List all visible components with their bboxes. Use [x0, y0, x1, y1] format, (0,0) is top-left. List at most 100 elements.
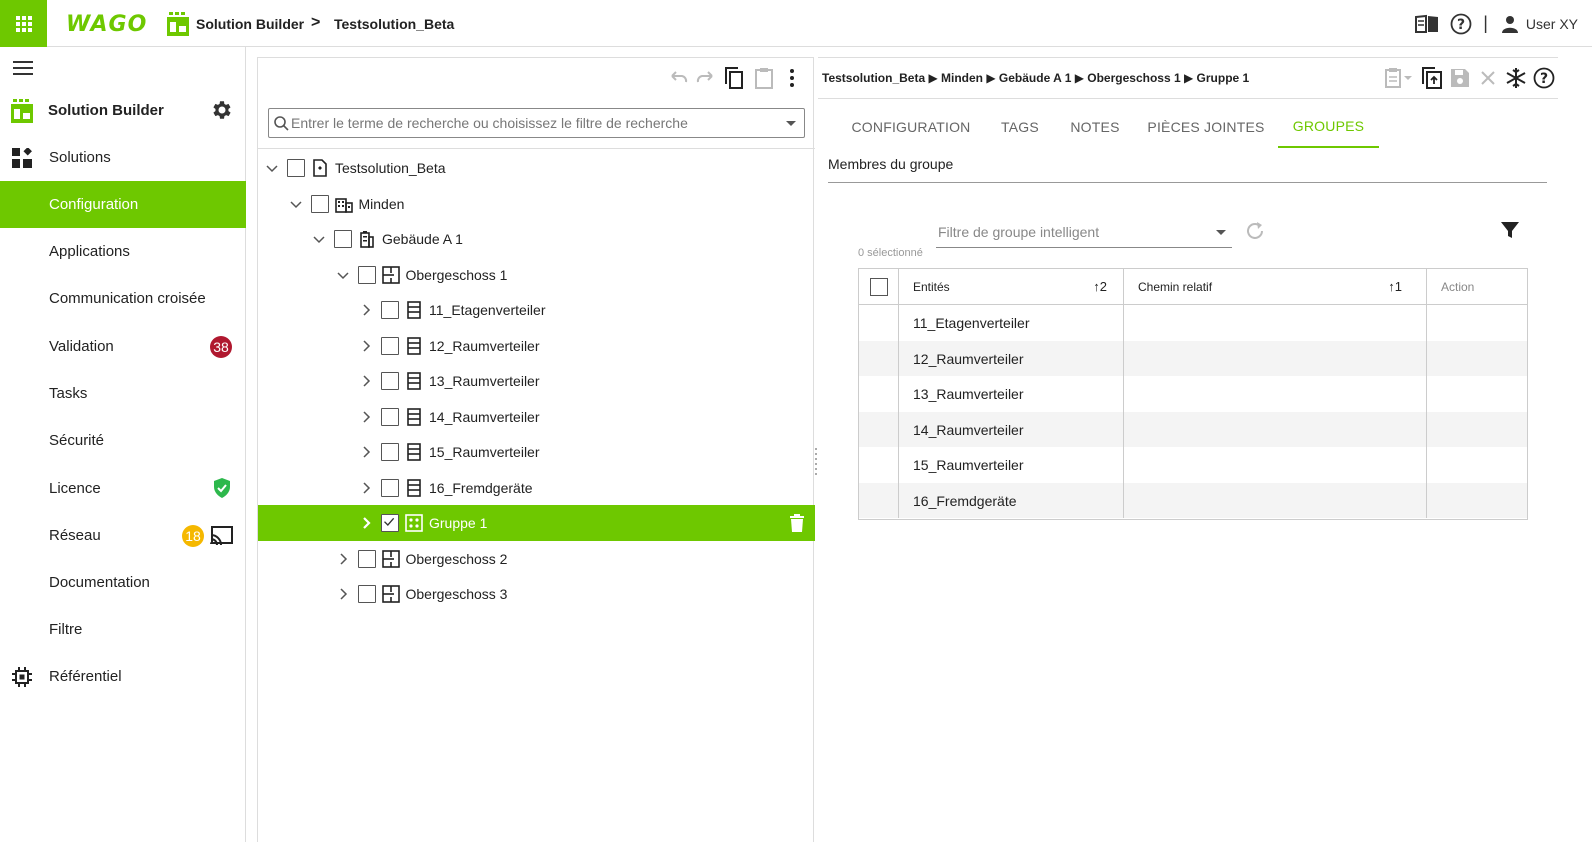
paste-icon[interactable]	[752, 66, 776, 90]
wago-logo[interactable]: WAGO	[66, 12, 147, 37]
help-icon[interactable]: ?	[1532, 66, 1556, 90]
tab-notes[interactable]: NOTES	[1058, 106, 1132, 148]
user-icon[interactable]	[1498, 12, 1522, 36]
nav-item-tasks[interactable]: Tasks	[0, 370, 246, 417]
tree-node[interactable]: 12_Raumverteiler	[258, 328, 815, 364]
chevron-right-icon[interactable]	[358, 515, 374, 531]
chevron-right-icon[interactable]	[358, 480, 374, 496]
chevron-right-icon[interactable]	[358, 409, 374, 425]
tree-node[interactable]: 11_Etagenverteiler	[258, 292, 815, 328]
caret-down-icon[interactable]	[786, 121, 796, 126]
redo-icon[interactable]	[694, 66, 718, 90]
nav-item-network[interactable]: Réseau 18	[0, 512, 246, 559]
header-entities[interactable]: Entités ↑2	[899, 269, 1124, 304]
table-row[interactable]: 13_Raumverteiler	[859, 376, 1527, 412]
chevron-right-icon[interactable]	[358, 302, 374, 318]
smart-filter-input[interactable]	[938, 222, 1208, 242]
tree-node[interactable]: Testsolution_Beta	[258, 150, 815, 186]
table-row[interactable]: 16_Fremdgeräte	[859, 482, 1527, 518]
tree-node-checkbox[interactable]	[334, 230, 352, 248]
nav-item-applications[interactable]: Applications	[0, 228, 246, 275]
tree-node-checkbox[interactable]	[357, 265, 376, 284]
filter-icon[interactable]	[1500, 220, 1520, 240]
tree-node[interactable]: Gruppe 1	[258, 505, 815, 541]
chevron-right-icon[interactable]	[358, 373, 374, 389]
chevron-right-icon[interactable]	[358, 338, 374, 354]
nav-item-solutions[interactable]: Solutions	[0, 134, 246, 181]
tab-attachments[interactable]: PIÈCES JOINTES	[1132, 106, 1280, 148]
chevron-down-icon[interactable]	[264, 160, 280, 176]
chevron-right-icon[interactable]	[358, 444, 374, 460]
cabinet-icon	[405, 443, 423, 461]
save-icon[interactable]	[1448, 66, 1472, 90]
tree-node-checkbox[interactable]	[381, 407, 399, 426]
tree-node-checkbox[interactable]	[381, 301, 399, 319]
refresh-icon[interactable]	[1244, 220, 1266, 242]
tree-node-checkbox[interactable]	[287, 159, 305, 177]
header-relative-path[interactable]: Chemin relatif ↑1	[1124, 269, 1427, 304]
nav-item-validation[interactable]: Validation 38	[0, 323, 246, 370]
tree-node[interactable]: 16_Fremdgeräte	[258, 470, 815, 506]
chevron-down-icon[interactable]	[311, 231, 327, 247]
chevron-right-icon[interactable]	[335, 551, 351, 567]
tree-node[interactable]: Gebäude A 1	[258, 221, 815, 257]
breadcrumb-solution[interactable]: Testsolution_Beta	[334, 16, 454, 32]
trash-icon[interactable]	[788, 514, 806, 532]
smart-group-filter[interactable]	[936, 218, 1232, 248]
tree-node-checkbox[interactable]	[381, 443, 399, 461]
manual-book-icon[interactable]	[1415, 12, 1439, 36]
table-row[interactable]: 14_Raumverteiler	[859, 411, 1527, 447]
tree-node[interactable]: Minden	[258, 186, 815, 222]
tree-node[interactable]: 15_Raumverteiler	[258, 434, 815, 470]
tree-node-checkbox[interactable]	[357, 585, 376, 603]
entity-name: 14_Raumverteiler	[913, 421, 1024, 438]
tree-node[interactable]: 13_Raumverteiler	[258, 363, 815, 399]
table-row[interactable]: 11_Etagenverteiler	[859, 305, 1527, 341]
copy-icon[interactable]	[722, 66, 746, 90]
user-name[interactable]: User XY	[1526, 16, 1578, 32]
tree-node[interactable]: Obergeschoss 1	[258, 257, 815, 293]
copy-to-icon[interactable]	[1420, 66, 1444, 90]
chevron-right-icon[interactable]	[335, 586, 351, 602]
header-action-label: Action	[1441, 280, 1475, 294]
tree-node-checkbox[interactable]	[381, 372, 399, 390]
menu-icon[interactable]	[13, 61, 33, 77]
nav-item-repository[interactable]: Référentiel	[0, 653, 246, 700]
tab-tags[interactable]: TAGS	[994, 106, 1046, 148]
nav-item-security[interactable]: Sécurité	[0, 417, 246, 464]
tree-node-checkbox[interactable]	[310, 194, 329, 213]
caret-down-icon[interactable]	[1216, 230, 1226, 235]
chevron-down-icon[interactable]	[335, 267, 351, 283]
tree-node-checkbox[interactable]	[357, 549, 376, 568]
app-launcher-button[interactable]	[0, 0, 47, 47]
nav-item-configuration[interactable]: Configuration	[0, 181, 246, 228]
table-row[interactable]: 12_Raumverteiler	[859, 340, 1527, 376]
nav-item-licence[interactable]: Licence	[0, 465, 246, 512]
tab-configuration[interactable]: CONFIGURATION	[828, 106, 994, 148]
cast-icon[interactable]	[210, 526, 234, 546]
clipboard-dropdown-icon[interactable]	[1383, 66, 1417, 90]
nav-item-cross-communication[interactable]: Communication croisée	[0, 275, 246, 322]
tree-node-checkbox[interactable]	[381, 478, 399, 497]
floorplan-icon	[381, 265, 400, 284]
chevron-down-icon[interactable]	[288, 196, 304, 212]
table-row[interactable]: 15_Raumverteiler	[859, 447, 1527, 483]
tree-node-checkbox[interactable]	[381, 514, 399, 532]
gear-icon[interactable]	[210, 98, 234, 122]
undo-icon[interactable]	[666, 66, 690, 90]
tree-node[interactable]: 14_Raumverteiler	[258, 399, 815, 435]
snowflake-icon[interactable]	[1504, 66, 1528, 90]
tree-node[interactable]: Obergeschoss 3	[258, 576, 815, 612]
tab-groups[interactable]: GROUPES	[1278, 106, 1379, 148]
tree-search-input[interactable]	[291, 113, 781, 133]
tree-search-box[interactable]	[268, 108, 805, 138]
select-all-checkbox[interactable]	[870, 278, 888, 296]
close-icon[interactable]	[1476, 66, 1500, 90]
tree-node-checkbox[interactable]	[381, 336, 399, 355]
help-icon[interactable]: ?	[1449, 12, 1473, 36]
breadcrumb-app[interactable]: Solution Builder	[196, 16, 304, 32]
nav-item-filter[interactable]: Filtre	[0, 606, 246, 653]
tree-node[interactable]: Obergeschoss 2	[258, 541, 815, 577]
nav-item-documentation[interactable]: Documentation	[0, 559, 246, 606]
more-vertical-icon[interactable]	[780, 66, 804, 90]
